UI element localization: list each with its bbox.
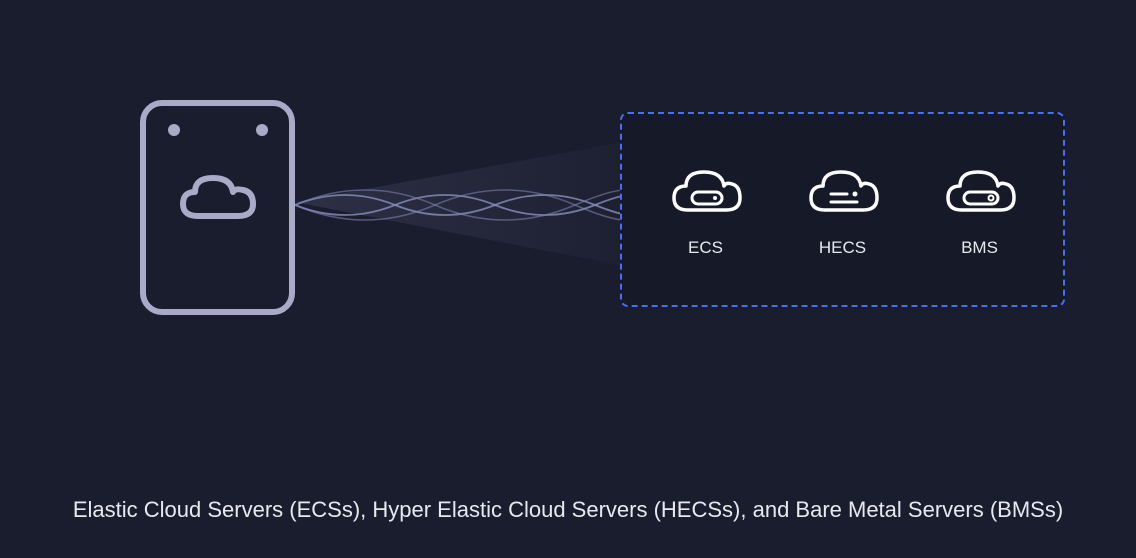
cloud-services-diagram: ECS HECS BMS Elastic Cloud Servers (ECSs… xyxy=(0,0,1136,558)
service-item-hecs: HECS xyxy=(803,162,883,258)
diagram-caption: Elastic Cloud Servers (ECSs), Hyper Elas… xyxy=(0,497,1136,523)
service-label: BMS xyxy=(961,238,998,258)
service-item-ecs: ECS xyxy=(666,162,746,258)
service-label: ECS xyxy=(688,238,723,258)
dot-icon xyxy=(256,124,268,136)
source-server-card xyxy=(140,100,295,315)
service-item-bms: BMS xyxy=(940,162,1020,258)
wave-connection xyxy=(295,130,635,280)
dot-icon xyxy=(168,124,180,136)
service-label: HECS xyxy=(819,238,866,258)
services-box: ECS HECS BMS xyxy=(620,112,1065,307)
card-dots xyxy=(168,124,268,136)
cloud-icon xyxy=(173,166,263,226)
cloud-server-ecs-icon xyxy=(666,162,746,220)
cloud-server-hecs-icon xyxy=(803,162,883,220)
cloud-server-bms-icon xyxy=(940,162,1020,220)
